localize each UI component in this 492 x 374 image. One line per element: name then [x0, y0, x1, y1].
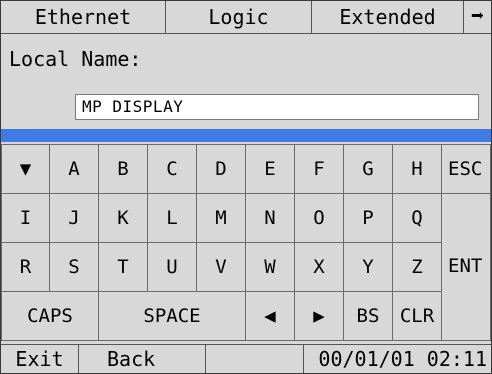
key-b[interactable]: B — [98, 144, 148, 194]
key-v[interactable]: V — [196, 242, 246, 292]
key-j[interactable]: J — [49, 193, 99, 243]
key-r[interactable]: R — [1, 242, 50, 292]
key-backspace[interactable]: BS — [343, 291, 393, 341]
key-g[interactable]: G — [343, 144, 393, 194]
key-u[interactable]: U — [147, 242, 197, 292]
key-o[interactable]: O — [294, 193, 344, 243]
tab-bar: Ethernet Logic Extended ➡ — [1, 1, 491, 34]
key-ent[interactable]: ENT — [441, 242, 491, 341]
key-n[interactable]: N — [245, 193, 295, 243]
key-l[interactable]: L — [147, 193, 197, 243]
key-down-arrow[interactable]: ▼ — [1, 144, 50, 194]
key-a[interactable]: A — [49, 144, 99, 194]
key-q[interactable]: Q — [392, 193, 442, 243]
key-w[interactable]: W — [245, 242, 295, 292]
key-space[interactable]: SPACE — [98, 291, 246, 341]
divider-bar — [1, 129, 491, 142]
key-blank — [441, 193, 491, 243]
key-z[interactable]: Z — [392, 242, 442, 292]
exit-button[interactable]: Exit — [1, 345, 79, 373]
key-k[interactable]: K — [98, 193, 148, 243]
key-esc[interactable]: ESC — [441, 144, 491, 194]
local-name-input[interactable]: MP DISPLAY — [75, 94, 479, 120]
key-caps[interactable]: CAPS — [1, 291, 99, 341]
key-f[interactable]: F — [294, 144, 344, 194]
key-i[interactable]: I — [1, 193, 50, 243]
key-h[interactable]: H — [392, 144, 442, 194]
key-left-arrow[interactable]: ◀ — [245, 291, 295, 341]
key-right-arrow[interactable]: ▶ — [294, 291, 344, 341]
key-c[interactable]: C — [147, 144, 197, 194]
key-clear[interactable]: CLR — [392, 291, 442, 341]
status-blank-cell — [206, 345, 304, 373]
key-p[interactable]: P — [343, 193, 393, 243]
clock-display: 00/01/01 02:11 — [318, 347, 487, 371]
local-name-label: Local Name: — [9, 47, 142, 71]
back-button[interactable]: Back — [79, 345, 206, 373]
key-s[interactable]: S — [49, 242, 99, 292]
key-y[interactable]: Y — [343, 242, 393, 292]
key-x[interactable]: X — [294, 242, 344, 292]
tab-logic[interactable]: Logic — [166, 1, 312, 33]
tab-extended[interactable]: Extended — [312, 1, 464, 33]
status-bar: Exit Back 00/01/01 02:11 — [1, 344, 491, 373]
key-d[interactable]: D — [196, 144, 246, 194]
tab-ethernet[interactable]: Ethernet — [1, 1, 166, 33]
key-e[interactable]: E — [245, 144, 295, 194]
next-tab-arrow-icon[interactable]: ➡ — [464, 1, 491, 33]
key-t[interactable]: T — [98, 242, 148, 292]
key-m[interactable]: M — [196, 193, 246, 243]
hmi-screen: Ethernet Logic Extended ➡ Local Name: MP… — [0, 0, 492, 374]
